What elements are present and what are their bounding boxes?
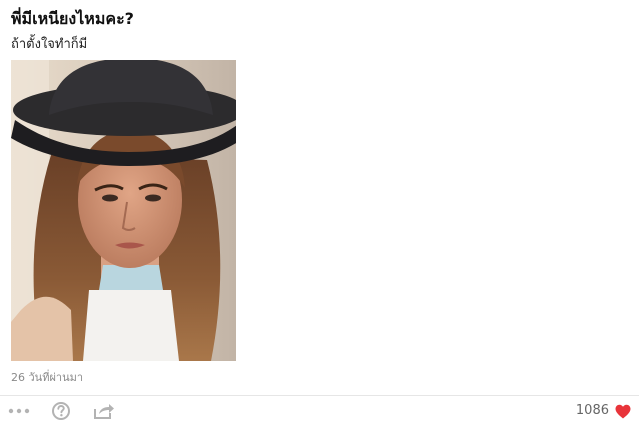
portrait-illustration [11,60,236,361]
post-card: พี่มีเหนียงไหมคะ? ถ้าตั้งใจทำก็มี 26 วัน… [0,0,639,425]
post-photo[interactable] [11,60,236,361]
likes-group: 1086 [576,401,631,421]
post-title: พี่มีเหนียงไหมคะ? [11,9,134,28]
more-dots-icon [8,408,30,414]
heart-icon [615,404,631,418]
post-actions-bar: 1086 [0,396,639,425]
like-button[interactable] [615,404,631,419]
share-button[interactable] [93,401,115,421]
ask-question-button[interactable] [51,401,71,421]
post-caption: ถ้าตั้งใจทำก็มี [11,37,88,52]
more-options-button[interactable] [8,401,30,421]
post-timestamp[interactable]: 26 วันที่ผ่านมา [11,371,83,385]
question-icon [52,402,70,420]
share-icon [94,404,114,419]
like-count: 1086 [575,403,609,418]
